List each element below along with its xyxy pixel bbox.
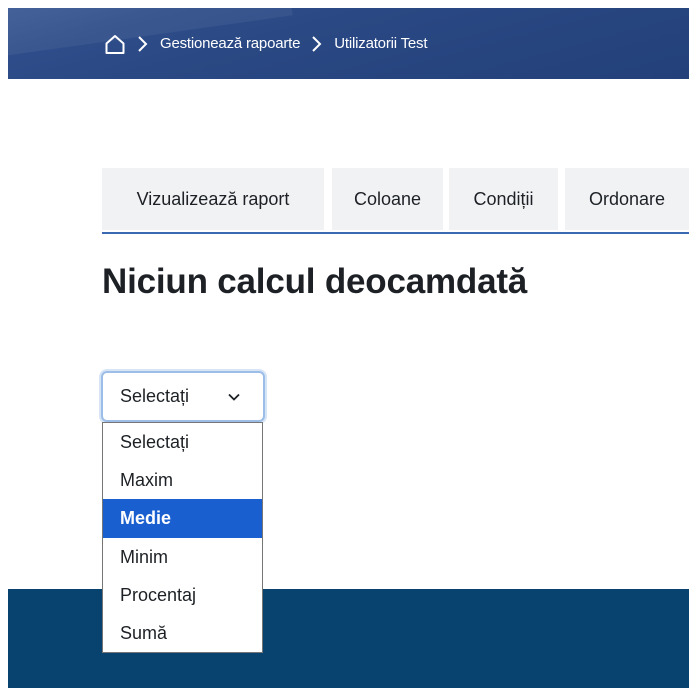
option-max[interactable]: Maxim	[103, 461, 262, 499]
tab-conditions[interactable]: Condiții	[449, 168, 558, 230]
option-min[interactable]: Minim	[103, 538, 262, 576]
select-dropdown-list: Selectați Maxim Medie Minim Procentaj Su…	[102, 422, 263, 653]
option-sum[interactable]: Sumă	[103, 614, 262, 652]
option-percentage[interactable]: Procentaj	[103, 576, 262, 614]
tab-ordering[interactable]: Ordonare	[565, 168, 689, 230]
breadcrumb-manage-reports[interactable]: Gestionează rapoarte	[160, 35, 300, 52]
breadcrumb: Gestionează rapoarte Utilizatorii Test	[104, 8, 427, 79]
option-average[interactable]: Medie	[103, 499, 262, 538]
chevron-right-icon	[138, 35, 148, 52]
option-select[interactable]: Selectați	[103, 423, 262, 461]
tab-view-report[interactable]: Vizualizează raport	[102, 168, 324, 230]
calculation-select[interactable]: Selectați	[101, 371, 265, 422]
select-current-value: Selectați	[120, 386, 190, 406]
page-heading: Niciun calcul deocamdată	[102, 262, 528, 301]
chevron-right-icon	[312, 35, 322, 52]
home-icon[interactable]	[104, 33, 126, 55]
breadcrumb-test-users[interactable]: Utilizatorii Test	[334, 35, 427, 52]
top-navigation-bar: Gestionează rapoarte Utilizatorii Test	[8, 8, 689, 79]
tab-columns[interactable]: Coloane	[332, 168, 443, 230]
chevron-down-icon	[228, 393, 240, 401]
report-tabs: Vizualizează raport Coloane Condiții Ord…	[102, 168, 689, 234]
